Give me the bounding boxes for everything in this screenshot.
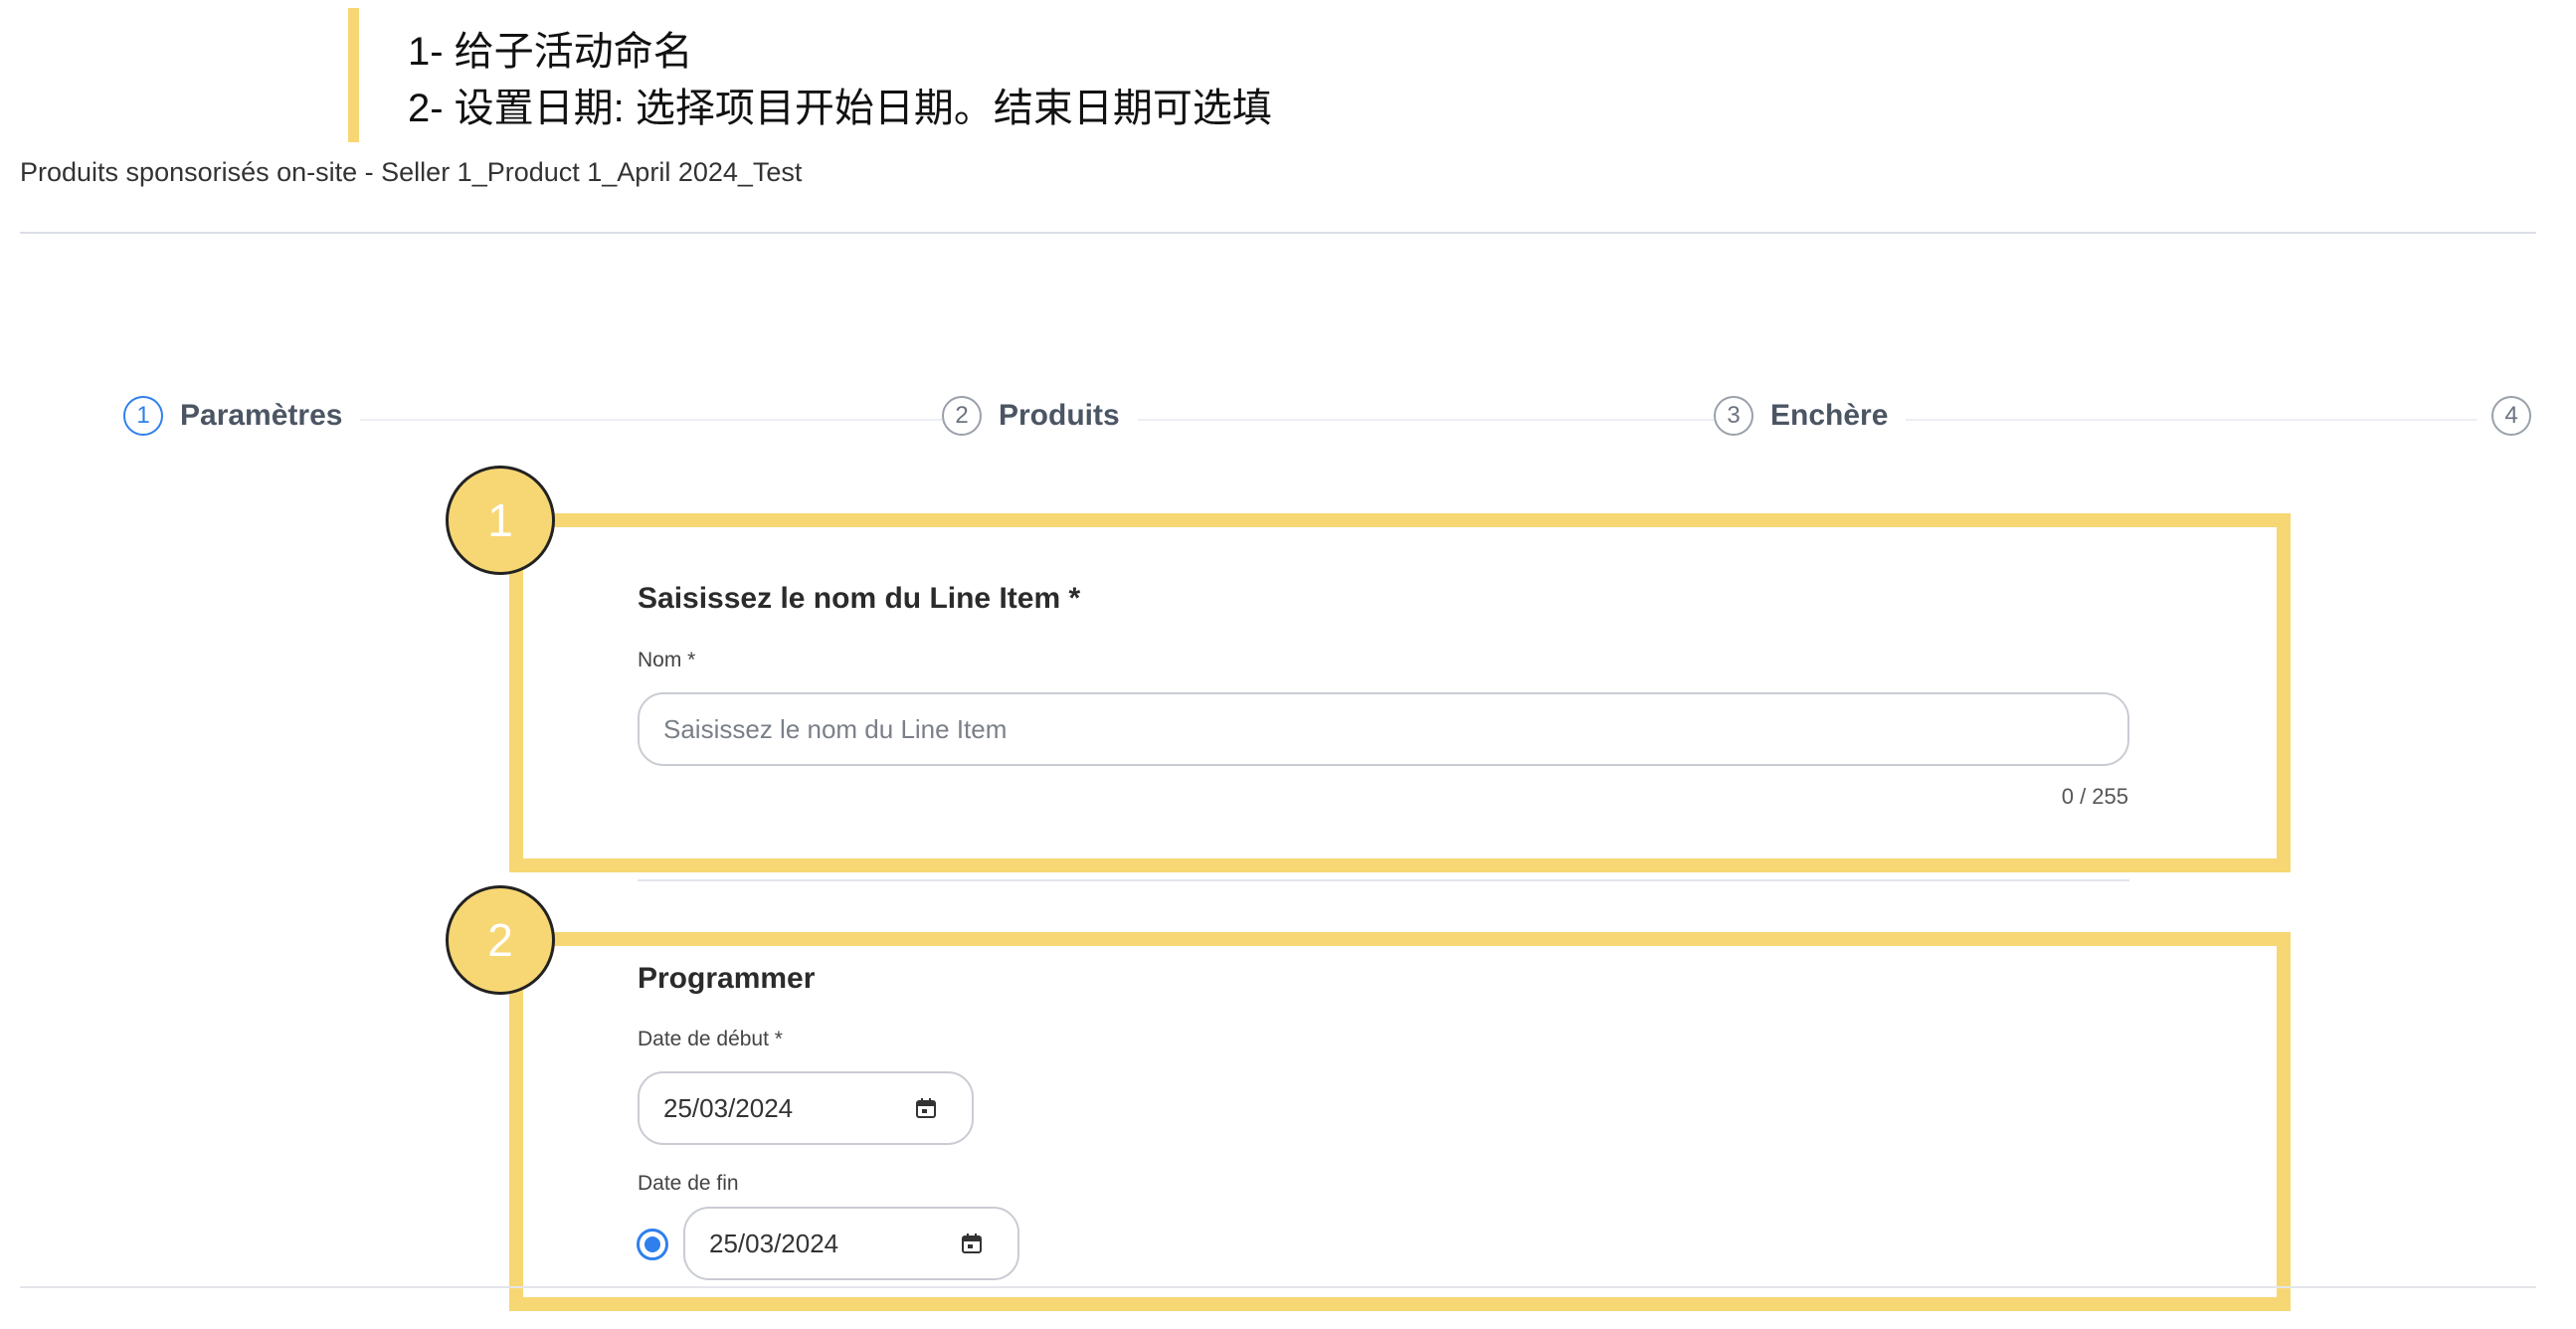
step-number: 1	[123, 396, 163, 436]
name-section-title-text: Saisissez le nom du Line Item	[638, 582, 1061, 615]
step-number: 4	[2491, 396, 2531, 436]
end-date-field[interactable]: 25/03/2024	[683, 1207, 1019, 1280]
step-label: Paramètres	[180, 399, 343, 432]
step-label: Enchère	[1770, 399, 1889, 432]
end-date-label: Date de fin	[638, 1172, 739, 1195]
footer-divider	[20, 1286, 2536, 1288]
name-field-label: Nom *	[638, 649, 696, 671]
step-label: Produits	[999, 399, 1120, 432]
required-mark: *	[1068, 582, 1081, 615]
instruction-line-2: 2- 设置日期: 选择项目开始日期。结束日期可选填	[408, 87, 1272, 130]
step-parametres[interactable]: 1 Paramètres	[123, 396, 361, 436]
calendar-icon[interactable]	[914, 1096, 938, 1120]
end-date-toggle-radio[interactable]	[637, 1229, 668, 1260]
line-item-name-input[interactable]	[638, 692, 2129, 766]
annotation-badge-2: 2	[446, 885, 555, 995]
start-date-field[interactable]: 25/03/2024	[638, 1071, 974, 1145]
radio-selected-dot	[644, 1236, 660, 1252]
schedule-section-title: Programmer	[638, 962, 816, 995]
step-enchere[interactable]: 3 Enchère	[1714, 396, 1907, 436]
step-produits[interactable]: 2 Produits	[942, 396, 1138, 436]
step-number: 3	[1714, 396, 1753, 436]
step-4[interactable]: 4	[2482, 396, 2531, 436]
page-subtitle: Produits sponsorisés on-site - Seller 1_…	[20, 157, 803, 187]
header-divider	[20, 232, 2536, 234]
end-date-value: 25/03/2024	[709, 1228, 839, 1258]
name-section-title: Saisissez le nom du Line Item *	[638, 582, 1080, 616]
stepper-track	[358, 419, 2477, 421]
section-divider	[638, 879, 2129, 881]
start-date-value: 25/03/2024	[663, 1092, 794, 1123]
step-number: 2	[942, 396, 982, 436]
calendar-icon[interactable]	[960, 1232, 984, 1255]
instruction-line-1: 1- 给子活动命名	[408, 30, 693, 74]
annotation-badge-1: 1	[446, 466, 555, 575]
start-date-label: Date de début *	[638, 1028, 783, 1050]
character-counter: 0 / 255	[2061, 784, 2128, 809]
instruction-accent-bar	[348, 8, 359, 142]
